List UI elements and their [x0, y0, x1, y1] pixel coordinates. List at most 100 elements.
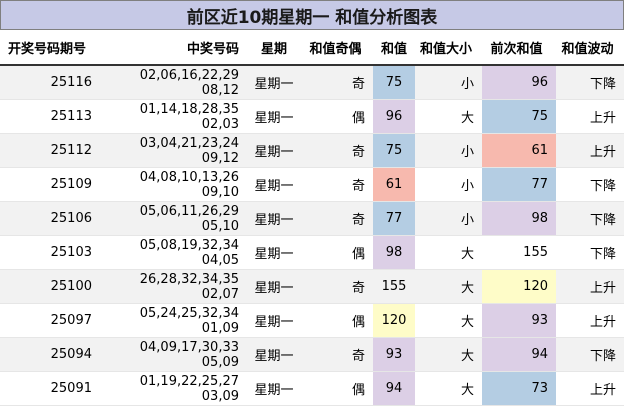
cell-qihao: 25116	[0, 65, 100, 100]
cell-bodong: 下降	[556, 65, 624, 100]
cell-bodong: 上升	[556, 303, 624, 338]
cell-qianci: 155	[482, 235, 556, 270]
cell-daxiao: 大	[415, 303, 482, 338]
cell-haoma: 05,24,25,32,34 01,09	[100, 303, 245, 338]
cell-daxiao: 大	[415, 371, 482, 406]
table-row: 25094 04,09,17,30,33 05,09 星期一奇 93 大 94 下降	[0, 337, 624, 372]
header-qianci: 前次和值	[482, 30, 556, 66]
cell-daxiao: 大	[415, 269, 482, 304]
cell-xingqi: 星期一	[245, 65, 303, 100]
cell-jiou: 偶	[303, 235, 373, 270]
cell-qihao: 25094	[0, 337, 100, 372]
cell-jiou: 奇	[303, 201, 373, 236]
cell-hezhi: 61	[373, 167, 415, 202]
cell-qianci: 61	[482, 133, 556, 168]
cell-daxiao: 小	[415, 201, 482, 236]
cell-haoma: 03,04,21,23,24 09,12	[100, 133, 245, 168]
chart-container: 前区近10期星期一 和值分析图表 开奖号码期号 中奖号码 星期 和值奇偶 和值 …	[0, 0, 624, 406]
cell-qihao: 25097	[0, 303, 100, 338]
cell-jiou: 偶	[303, 303, 373, 338]
cell-qianci: 73	[482, 371, 556, 406]
cell-qianci: 96	[482, 65, 556, 100]
cell-qianci: 77	[482, 167, 556, 202]
header-haoma: 中奖号码	[100, 30, 245, 66]
cell-haoma: 01,14,18,28,35 02,03	[100, 99, 245, 134]
header-bodong: 和值波动	[556, 30, 624, 66]
cell-qianci: 93	[482, 303, 556, 338]
cell-jiou: 奇	[303, 65, 373, 100]
table-row: 25109 04,08,10,13,26 09,10 星期一奇 61 小 77 下降	[0, 167, 624, 202]
cell-daxiao: 大	[415, 337, 482, 372]
cell-bodong: 上升	[556, 99, 624, 134]
table-row: 25116 02,06,16,22,29 08,12 星期一奇 75 小 96 下降	[0, 65, 624, 100]
analysis-table: 开奖号码期号 中奖号码 星期 和值奇偶 和值 和值大小 前次和值 和值波动 25…	[0, 30, 624, 406]
cell-hezhi: 93	[373, 337, 415, 372]
cell-xingqi: 星期一	[245, 133, 303, 168]
cell-daxiao: 小	[415, 167, 482, 202]
cell-xingqi: 星期一	[245, 303, 303, 338]
page-title: 前区近10期星期一 和值分析图表	[0, 0, 624, 30]
cell-haoma: 04,08,10,13,26 09,10	[100, 167, 245, 202]
cell-daxiao: 小	[415, 133, 482, 168]
cell-bodong: 下降	[556, 235, 624, 270]
cell-bodong: 下降	[556, 167, 624, 202]
cell-qianci: 75	[482, 99, 556, 134]
table-row: 25112 03,04,21,23,24 09,12 星期一奇 75 小 61 上升	[0, 133, 624, 168]
cell-daxiao: 小	[415, 65, 482, 100]
cell-qianci: 94	[482, 337, 556, 372]
cell-xingqi: 星期一	[245, 99, 303, 134]
cell-xingqi: 星期一	[245, 235, 303, 270]
cell-hezhi: 77	[373, 201, 415, 236]
cell-haoma: 05,06,11,26,29 05,10	[100, 201, 245, 236]
cell-jiou: 奇	[303, 269, 373, 304]
cell-daxiao: 大	[415, 235, 482, 270]
cell-haoma: 26,28,32,34,35 02,07	[100, 269, 245, 304]
cell-hezhi: 120	[373, 303, 415, 338]
cell-qihao: 25091	[0, 371, 100, 406]
cell-daxiao: 大	[415, 99, 482, 134]
cell-xingqi: 星期一	[245, 167, 303, 202]
cell-qihao: 25109	[0, 167, 100, 202]
cell-haoma: 05,08,19,32,34 04,05	[100, 235, 245, 270]
cell-xingqi: 星期一	[245, 371, 303, 406]
cell-bodong: 上升	[556, 269, 624, 304]
table-row: 25113 01,14,18,28,35 02,03 星期一偶 96 大 75 上升	[0, 99, 624, 134]
cell-jiou: 偶	[303, 99, 373, 134]
table-row: 25103 05,08,19,32,34 04,05 星期一偶 98 大 155 下降	[0, 235, 624, 270]
cell-jiou: 偶	[303, 371, 373, 406]
cell-hezhi: 98	[373, 235, 415, 270]
cell-jiou: 奇	[303, 167, 373, 202]
header-row: 开奖号码期号 中奖号码 星期 和值奇偶 和值 和值大小 前次和值 和值波动	[0, 30, 624, 66]
cell-haoma: 04,09,17,30,33 05,09	[100, 337, 245, 372]
cell-hezhi: 94	[373, 371, 415, 406]
cell-haoma: 01,19,22,25,27 03,09	[100, 371, 245, 406]
cell-hezhi: 75	[373, 65, 415, 100]
cell-bodong: 下降	[556, 201, 624, 236]
cell-qianci: 98	[482, 201, 556, 236]
cell-qianci: 120	[482, 269, 556, 304]
cell-xingqi: 星期一	[245, 337, 303, 372]
header-daxiao: 和值大小	[415, 30, 482, 66]
cell-xingqi: 星期一	[245, 269, 303, 304]
header-qihao: 开奖号码期号	[0, 30, 100, 66]
cell-jiou: 奇	[303, 133, 373, 168]
table-row: 25106 05,06,11,26,29 05,10 星期一奇 77 小 98 下降	[0, 201, 624, 236]
table-row: 25091 01,19,22,25,27 03,09 星期一偶 94 大 73 上升	[0, 371, 624, 406]
cell-hezhi: 96	[373, 99, 415, 134]
header-jiou: 和值奇偶	[303, 30, 373, 66]
cell-bodong: 上升	[556, 371, 624, 406]
cell-bodong: 上升	[556, 133, 624, 168]
cell-jiou: 奇	[303, 337, 373, 372]
header-hezhi: 和值	[373, 30, 415, 66]
cell-bodong: 下降	[556, 337, 624, 372]
cell-qihao: 25113	[0, 99, 100, 134]
table-row: 25097 05,24,25,32,34 01,09 星期一偶 120 大 93 上升	[0, 303, 624, 338]
cell-qihao: 25106	[0, 201, 100, 236]
cell-haoma: 02,06,16,22,29 08,12	[100, 65, 245, 100]
header-xingqi: 星期	[245, 30, 303, 66]
cell-qihao: 25112	[0, 133, 100, 168]
cell-hezhi: 75	[373, 133, 415, 168]
cell-qihao: 25103	[0, 235, 100, 270]
cell-xingqi: 星期一	[245, 201, 303, 236]
table-row: 25100 26,28,32,34,35 02,07 星期一奇 155 大 120 上升	[0, 269, 624, 304]
